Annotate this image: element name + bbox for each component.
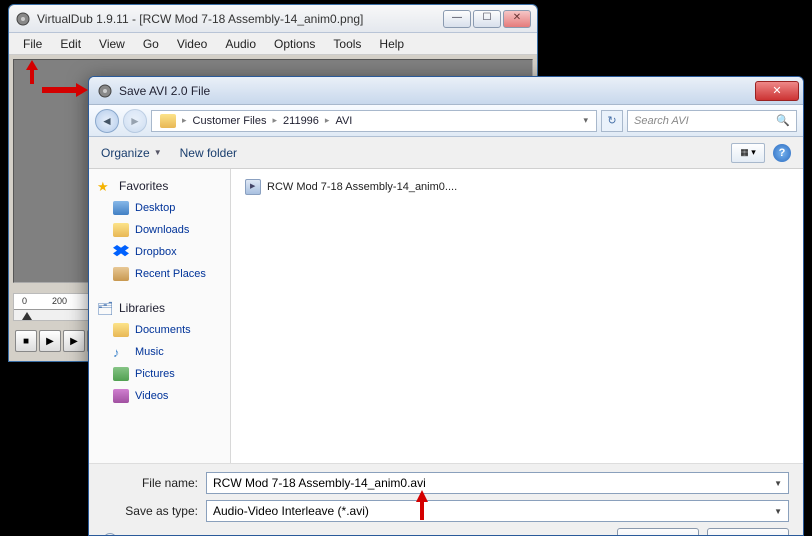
sidebar-item-desktop[interactable]: Desktop [89,197,230,219]
organize-button[interactable]: Organize ▼ [101,146,162,160]
file-name: RCW Mod 7-18 Assembly-14_anim0.... [267,181,457,193]
chevron-right-icon: ▸ [182,115,187,126]
timeline-pointer-icon[interactable] [22,312,32,320]
sidebar-item-music[interactable]: ♪Music [89,341,230,363]
sidebar-item-recent[interactable]: Recent Places [89,263,230,285]
breadcrumb[interactable]: ▸ Customer Files ▸ 211996 ▸ AVI ▾ [151,110,597,132]
nav-back-button[interactable]: ◄ [95,109,119,133]
sidebar-libraries[interactable]: 🗂 Libraries [89,297,230,319]
savetype-label: Save as type: [103,504,198,518]
savetype-select[interactable]: Audio-Video Interleave (*.avi) ▼ [206,500,789,522]
dialog-app-icon [97,83,113,99]
chevron-right-icon: ▸ [325,115,330,126]
tick-0: 0 [22,296,27,306]
dialog-titlebar[interactable]: Save AVI 2.0 File ✕ [89,77,803,105]
menu-help[interactable]: Help [371,35,412,53]
search-input[interactable]: Search AVI 🔍 [627,110,797,132]
filename-input[interactable]: RCW Mod 7-18 Assembly-14_anim0.avi ▼ [206,472,789,494]
chevron-right-icon: ▸ [273,115,278,126]
menu-tools[interactable]: Tools [325,35,369,53]
vd-titlebar[interactable]: VirtualDub 1.9.11 - [RCW Mod 7-18 Assemb… [9,5,537,33]
save-button[interactable]: Save [617,528,699,536]
pictures-icon [113,367,129,381]
menu-view[interactable]: View [91,35,133,53]
sidebar-favorites[interactable]: ★ Favorites [89,175,230,197]
avi-file-icon [245,179,261,195]
dialog-title: Save AVI 2.0 File [119,84,755,98]
chevron-down-icon[interactable]: ▼ [774,479,782,488]
close-button[interactable]: ✕ [503,10,531,28]
stop-button[interactable]: ■ [15,330,37,352]
app-icon [15,11,31,27]
menu-edit[interactable]: Edit [52,35,89,53]
sidebar[interactable]: ★ Favorites Desktop Downloads Dropbox Re… [89,169,231,463]
minimize-button[interactable]: — [443,10,471,28]
dialog-close-button[interactable]: ✕ [755,81,799,101]
documents-icon [113,323,129,337]
vd-menubar: File Edit View Go Video Audio Options To… [9,33,537,55]
vd-title: VirtualDub 1.9.11 - [RCW Mod 7-18 Assemb… [37,12,443,26]
crumb-customer-files[interactable]: Customer Files [189,113,271,129]
play-output-button[interactable]: ▶ [63,330,85,352]
save-dialog: Save AVI 2.0 File ✕ ◄ ► ▸ Customer Files… [88,76,804,536]
menu-video[interactable]: Video [169,35,215,53]
play-input-button[interactable]: ▶ [39,330,61,352]
crumb-211996[interactable]: 211996 [279,113,323,129]
libraries-icon: 🗂 [97,301,113,315]
chevron-down-icon: ▼ [154,148,162,157]
dialog-navbar: ◄ ► ▸ Customer Files ▸ 211996 ▸ AVI ▾ ↻ … [89,105,803,137]
crumb-avi[interactable]: AVI [331,113,356,129]
sidebar-item-pictures[interactable]: Pictures [89,363,230,385]
search-placeholder: Search AVI [634,115,689,127]
sidebar-item-downloads[interactable]: Downloads [89,219,230,241]
folder-icon [160,114,176,128]
menu-file[interactable]: File [15,35,50,53]
file-item[interactable]: RCW Mod 7-18 Assembly-14_anim0.... [243,177,791,197]
dialog-bottom-panel: File name: RCW Mod 7-18 Assembly-14_anim… [89,463,803,536]
menu-go[interactable]: Go [135,35,167,53]
filename-label: File name: [103,476,198,490]
file-list[interactable]: RCW Mod 7-18 Assembly-14_anim0.... [231,169,803,463]
dropbox-icon [113,245,129,259]
music-icon: ♪ [113,345,129,359]
chevron-down-icon[interactable]: ▼ [774,507,782,516]
recent-icon [113,267,129,281]
cancel-button[interactable]: Cancel [707,528,789,536]
help-button[interactable]: ? [773,144,791,162]
videos-icon [113,389,129,403]
nav-forward-button[interactable]: ► [123,109,147,133]
dialog-toolbar: Organize ▼ New folder ▦ ▾ ? [89,137,803,169]
menu-options[interactable]: Options [266,35,323,53]
star-icon: ★ [97,179,113,193]
sidebar-item-dropbox[interactable]: Dropbox [89,241,230,263]
view-options-button[interactable]: ▦ ▾ [731,143,765,163]
desktop-icon [113,201,129,215]
search-icon[interactable]: 🔍 [776,114,790,127]
maximize-button[interactable]: ☐ [473,10,501,28]
new-folder-button[interactable]: New folder [180,146,237,160]
tick-200: 200 [52,296,67,306]
dialog-body: ★ Favorites Desktop Downloads Dropbox Re… [89,169,803,463]
menu-audio[interactable]: Audio [217,35,264,53]
folder-icon [113,223,129,237]
sidebar-item-documents[interactable]: Documents [89,319,230,341]
breadcrumb-dropdown-icon[interactable]: ▾ [579,115,592,126]
refresh-button[interactable]: ↻ [601,110,623,132]
sidebar-item-videos[interactable]: Videos [89,385,230,407]
